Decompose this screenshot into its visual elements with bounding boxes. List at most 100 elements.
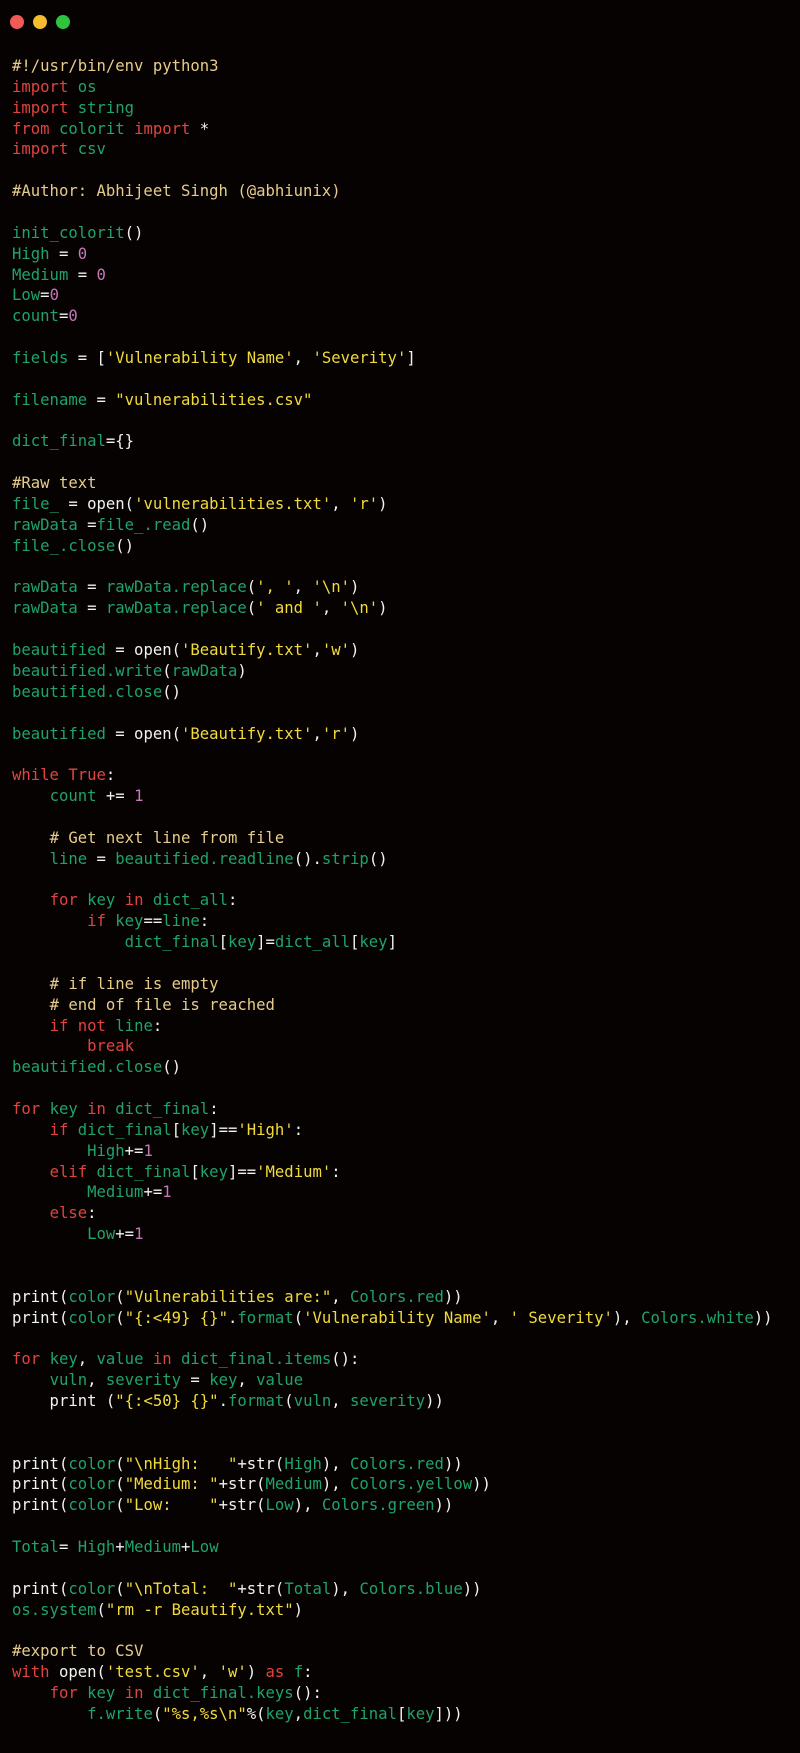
code-line: #Author: Abhijeet Singh (@abhiunix)	[12, 181, 773, 202]
identifier-token: rawData	[12, 599, 78, 618]
identifier-token: os.system	[12, 1600, 97, 1619]
comment-token: #Raw text	[12, 474, 97, 493]
plain-token: ,	[321, 599, 341, 618]
identifier-token: Low	[12, 286, 41, 305]
plain-token: ,	[199, 1663, 219, 1682]
keyword-token: import	[12, 77, 69, 96]
identifier-token: key	[406, 1704, 435, 1723]
number-token: 0	[49, 286, 59, 305]
plain-token: =	[87, 390, 116, 409]
identifier-token: vuln	[293, 1392, 332, 1410]
number-token: 0	[68, 307, 78, 326]
identifier-token: Colors.green	[321, 1496, 435, 1515]
plain-token: :	[87, 1204, 97, 1223]
plain-token: [	[190, 1162, 200, 1181]
identifier-token: strip	[321, 849, 369, 868]
plain-token: print(	[12, 1579, 69, 1598]
string-token: ' and '	[256, 599, 322, 618]
identifier-token: rawData.replace	[105, 599, 247, 618]
plain-token: %(	[246, 1704, 266, 1723]
plain-token: :	[209, 1099, 219, 1118]
identifier-token: fields	[12, 349, 69, 368]
identifier-token: line	[162, 912, 200, 931]
identifier-token: severity	[350, 1392, 426, 1410]
identifier-token: severity	[105, 1371, 182, 1390]
string-token: "\nTotal: "	[124, 1579, 238, 1598]
identifier-token: csv	[77, 140, 106, 159]
plain-token: ,	[293, 1704, 304, 1723]
plain-token: ))	[443, 1287, 463, 1306]
identifier-token: value	[96, 1350, 144, 1369]
code-editor[interactable]: #!/usr/bin/env python3 import os import st…	[12, 56, 773, 1725]
plain-token: ()	[162, 1058, 181, 1077]
keyword-token: as	[265, 1663, 285, 1682]
code-line: else:	[12, 1203, 773, 1224]
plain-token: ))	[434, 1496, 454, 1515]
string-token: "rm -r Beautify.txt"	[105, 1600, 294, 1619]
identifier-token: file_	[12, 495, 59, 514]
plain-token: ()	[368, 849, 388, 868]
string-token: "{:<49} {}"	[124, 1308, 228, 1327]
plain-token: [	[396, 1704, 407, 1723]
identifier-token: Total	[284, 1579, 332, 1598]
comment-token: #!/usr/bin/env python3	[12, 57, 219, 75]
plain-token: = open(	[105, 641, 181, 660]
code-line: f.write("%s,%s\n"%(key,dict_final[key]))	[12, 1704, 773, 1725]
keyword-token: in	[152, 1350, 172, 1369]
identifier-token: line	[115, 1016, 153, 1035]
identifier-token: dict_final.keys	[152, 1684, 294, 1703]
code-line: High = 0	[12, 244, 773, 265]
minimize-window-button[interactable]	[33, 15, 47, 29]
string-token: 'Severity'	[312, 349, 407, 368]
code-line: init_colorit()	[12, 223, 773, 244]
plain-token: ))	[443, 1454, 463, 1473]
keyword-token: with	[12, 1663, 50, 1682]
identifier-token: dict_final	[12, 432, 106, 451]
plain-token: =	[77, 578, 106, 597]
keyword-token: while	[12, 766, 59, 785]
plain-token: +str(	[218, 1496, 266, 1515]
plain-token: ().	[293, 849, 322, 868]
identifier-token: color	[68, 1454, 116, 1473]
plain-token: :	[199, 912, 210, 931]
identifier-token: key	[49, 1350, 78, 1369]
plain-token: ():	[331, 1350, 360, 1369]
string-token: 'w'	[321, 641, 350, 660]
plain-token: ]==	[227, 1162, 257, 1181]
maximize-window-button[interactable]	[56, 15, 70, 29]
identifier-token: value	[256, 1371, 304, 1390]
comment-token: # Get next line from file	[49, 828, 285, 847]
string-token: '\n'	[312, 578, 351, 597]
plain-token: )	[293, 1600, 304, 1619]
plain-token: (	[115, 1454, 125, 1473]
identifier-token: dict_all	[152, 891, 228, 910]
comment-token: # end of file is reached	[49, 995, 275, 1014]
code-line: if key==line:	[12, 911, 773, 932]
plain-token: :	[227, 891, 238, 910]
number-token: 1	[134, 1225, 144, 1244]
plain-token: ),	[321, 1454, 351, 1473]
plain-token: )	[378, 599, 388, 618]
identifier-token: rawData	[12, 578, 78, 597]
plain-token: = [	[68, 349, 106, 368]
code-line: rawData =file_.read()	[12, 515, 773, 536]
code-line: for key in dict_final.keys():	[12, 1683, 773, 1704]
plain-token: print(	[12, 1454, 69, 1473]
close-window-button[interactable]	[10, 15, 24, 29]
